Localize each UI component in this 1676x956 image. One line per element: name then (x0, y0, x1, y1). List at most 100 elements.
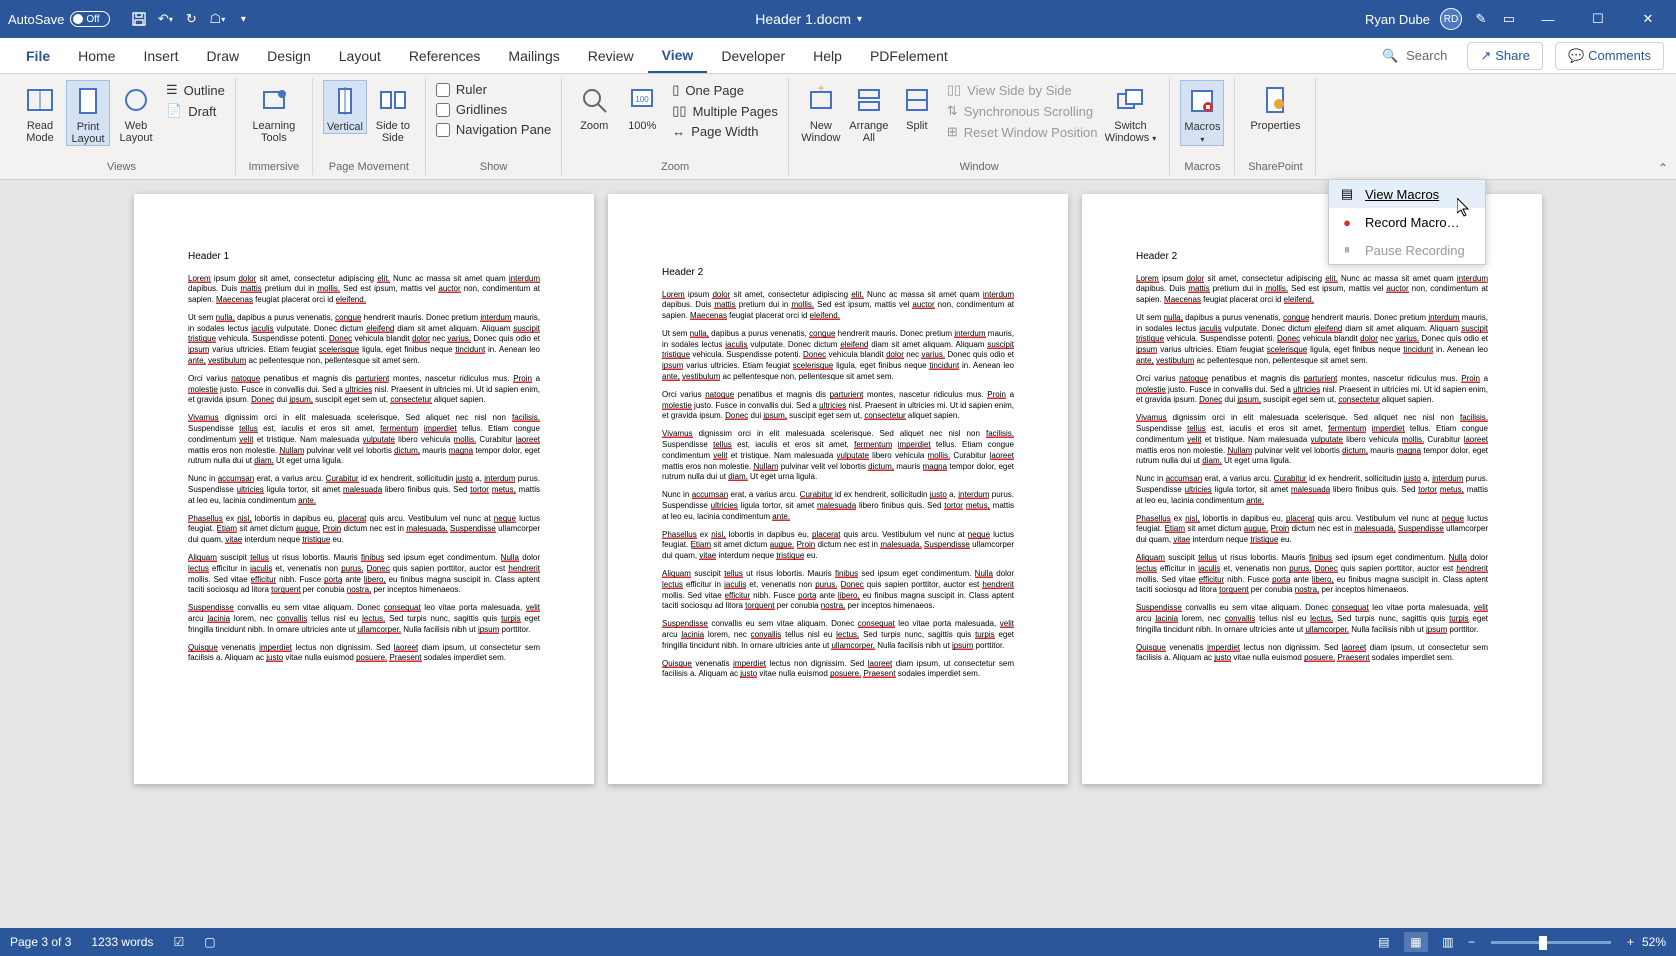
print-layout-button[interactable]: Print Layout (66, 80, 110, 146)
document-title: Header 1.docm ▾ (252, 11, 1365, 27)
tab-layout[interactable]: Layout (325, 40, 395, 72)
svg-text:100: 100 (636, 95, 650, 104)
vertical-button[interactable]: Vertical (323, 80, 367, 134)
group-show: Ruler Gridlines Navigation Pane Show (426, 78, 562, 175)
paragraph: Quisque venenatis imperdiet lectus non d… (1136, 643, 1488, 665)
paragraph: Aliquam suscipit tellus ut risus loborti… (662, 569, 1014, 612)
draft-button[interactable]: 📄Draft (166, 101, 225, 121)
draft-icon: 📄 (166, 103, 182, 119)
group-macros: Macros▾ Macros (1170, 78, 1235, 175)
macro-recording-status-icon[interactable]: ▢ (204, 935, 215, 949)
paragraph: Suspendisse convallis eu sem vitae aliqu… (1136, 603, 1488, 635)
page-header: Header 1 (188, 250, 540, 264)
zoom-level[interactable]: 52% (1642, 935, 1666, 949)
print-layout-view-icon[interactable]: ▦ (1404, 932, 1428, 952)
coming-soon-icon[interactable]: ✎ (1472, 10, 1490, 28)
web-layout-view-icon[interactable]: ▥ (1436, 932, 1460, 952)
zoom-100-button[interactable]: 100100% (620, 80, 664, 132)
statusbar: Page 3 of 3 1233 words ☑ ▢ ▤ ▦ ▥ − + 52% (0, 928, 1676, 956)
page-3[interactable]: Header 2Lorem ipsum dolor sit amet, cons… (1082, 194, 1542, 784)
page-width-button[interactable]: ↔Page Width (672, 122, 778, 141)
group-label-sharepoint: SharePoint (1245, 159, 1305, 173)
properties-button[interactable]: Properties (1245, 80, 1305, 132)
outline-button[interactable]: ☰Outline (166, 80, 225, 100)
zoom-in-button[interactable]: + (1627, 935, 1634, 949)
search-placeholder: Search (1406, 48, 1447, 63)
share-button[interactable]: ↗Share (1467, 42, 1543, 70)
ribbon-display-icon[interactable]: ▭ (1500, 10, 1518, 28)
split-button[interactable]: Split (895, 80, 939, 132)
side-to-side-button[interactable]: Side to Side (371, 80, 415, 144)
spell-check-icon[interactable]: ☑ (173, 935, 184, 949)
arrange-all-button[interactable]: Arrange All (847, 80, 891, 144)
touch-mode-icon[interactable]: ☖ ▾ (208, 10, 226, 28)
page-1[interactable]: Header 1Lorem ipsum dolor sit amet, cons… (134, 194, 594, 784)
paragraph: Lorem ipsum dolor sit amet, consectetur … (1136, 274, 1488, 306)
tab-developer[interactable]: Developer (707, 40, 799, 72)
page-width-icon: ↔ (672, 124, 685, 139)
chevron-down-icon[interactable]: ▾ (857, 14, 862, 25)
multiple-pages-icon: ▯▯ (672, 103, 686, 119)
group-page-movement: Vertical Side to Side Page Movement (313, 78, 426, 175)
group-zoom: Zoom 100100% ▯One Page ▯▯Multiple Pages … (562, 78, 789, 175)
undo-icon[interactable]: ↶ ▾ (156, 10, 174, 28)
learning-tools-button[interactable]: Learning Tools (246, 80, 302, 144)
tab-review[interactable]: Review (574, 40, 648, 72)
web-layout-button[interactable]: Web Layout (114, 80, 158, 144)
mouse-cursor-icon (1457, 198, 1473, 218)
collapse-ribbon-icon[interactable]: ⌃ (1658, 161, 1668, 175)
save-icon[interactable] (130, 10, 148, 28)
paragraph: Vivamus dignissim orci in elit malesuada… (188, 413, 540, 467)
one-page-button[interactable]: ▯One Page (672, 80, 778, 100)
qat-customize-icon[interactable]: ▾ (234, 10, 252, 28)
macros-button[interactable]: Macros▾ (1180, 80, 1224, 146)
view-macros-icon: ▤ (1339, 186, 1355, 202)
document-area[interactable]: Header 1 Lorem ipsum dolor sit amet, cons… (0, 180, 1676, 928)
paragraph: Vivamus dignissim orci in elit malesuada… (662, 429, 1014, 483)
multiple-pages-button[interactable]: ▯▯Multiple Pages (672, 101, 778, 121)
tab-file[interactable]: File (12, 40, 64, 72)
zoom-out-button[interactable]: − (1468, 935, 1475, 949)
toggle-icon[interactable]: Off (70, 11, 110, 27)
user-name[interactable]: Ryan Dube (1365, 12, 1430, 27)
redo-icon[interactable]: ↻ (182, 10, 200, 28)
tab-pdfelement[interactable]: PDFelement (856, 40, 962, 72)
zoom-slider[interactable] (1491, 941, 1611, 944)
search-box[interactable]: 🔍 Search (1382, 48, 1447, 64)
tab-insert[interactable]: Insert (129, 40, 192, 72)
tab-home[interactable]: Home (64, 40, 129, 72)
quick-access-toolbar: AutoSave Off ↶ ▾ ↻ ☖ ▾ ▾ (8, 10, 252, 28)
tab-view[interactable]: View (648, 39, 708, 73)
gridlines-checkbox[interactable]: Gridlines (436, 100, 551, 119)
paragraph: Suspendisse convallis eu sem vitae aliqu… (662, 619, 1014, 651)
macros-dropdown: ▤View Macros ●Record Macro… ⏸Pause Recor… (1328, 179, 1486, 265)
page-header: Header 2 (662, 266, 1014, 280)
tab-design[interactable]: Design (253, 40, 325, 72)
user-avatar[interactable]: RD (1440, 8, 1462, 30)
paragraph: Phasellus ex nisl, lobortis in dapibus e… (662, 530, 1014, 562)
page-indicator[interactable]: Page 3 of 3 (10, 935, 71, 949)
maximize-button[interactable]: ☐ (1578, 4, 1618, 34)
tab-references[interactable]: References (395, 40, 495, 72)
ruler-checkbox[interactable]: Ruler (436, 80, 551, 99)
read-mode-view-icon[interactable]: ▤ (1372, 932, 1396, 952)
pause-icon: ⏸ (1339, 242, 1355, 258)
close-button[interactable]: ✕ (1628, 4, 1668, 34)
zoom-button[interactable]: Zoom (572, 80, 616, 132)
reset-window-position-button: ⊞Reset Window Position (947, 122, 1098, 142)
word-count[interactable]: 1233 words (91, 935, 153, 949)
comments-icon: 💬 (1568, 48, 1584, 64)
read-mode-button[interactable]: Read Mode (18, 80, 62, 144)
tab-draw[interactable]: Draw (193, 40, 254, 72)
minimize-button[interactable]: — (1528, 4, 1568, 34)
new-window-button[interactable]: +New Window (799, 80, 843, 144)
tab-mailings[interactable]: Mailings (494, 40, 573, 72)
comments-button[interactable]: 💬Comments (1555, 42, 1664, 70)
autosave-toggle[interactable]: AutoSave Off (8, 11, 110, 27)
navigation-pane-checkbox[interactable]: Navigation Pane (436, 120, 551, 139)
tab-help[interactable]: Help (799, 40, 856, 72)
page-2[interactable]: Header 2Lorem ipsum dolor sit amet, cons… (608, 194, 1068, 784)
paragraph: Ut sem nulla, dapibus a purus venenatis,… (662, 329, 1014, 383)
paragraph: Ut sem nulla, dapibus a purus venenatis,… (1136, 313, 1488, 367)
switch-windows-button[interactable]: Switch Windows ▾ (1101, 80, 1159, 144)
